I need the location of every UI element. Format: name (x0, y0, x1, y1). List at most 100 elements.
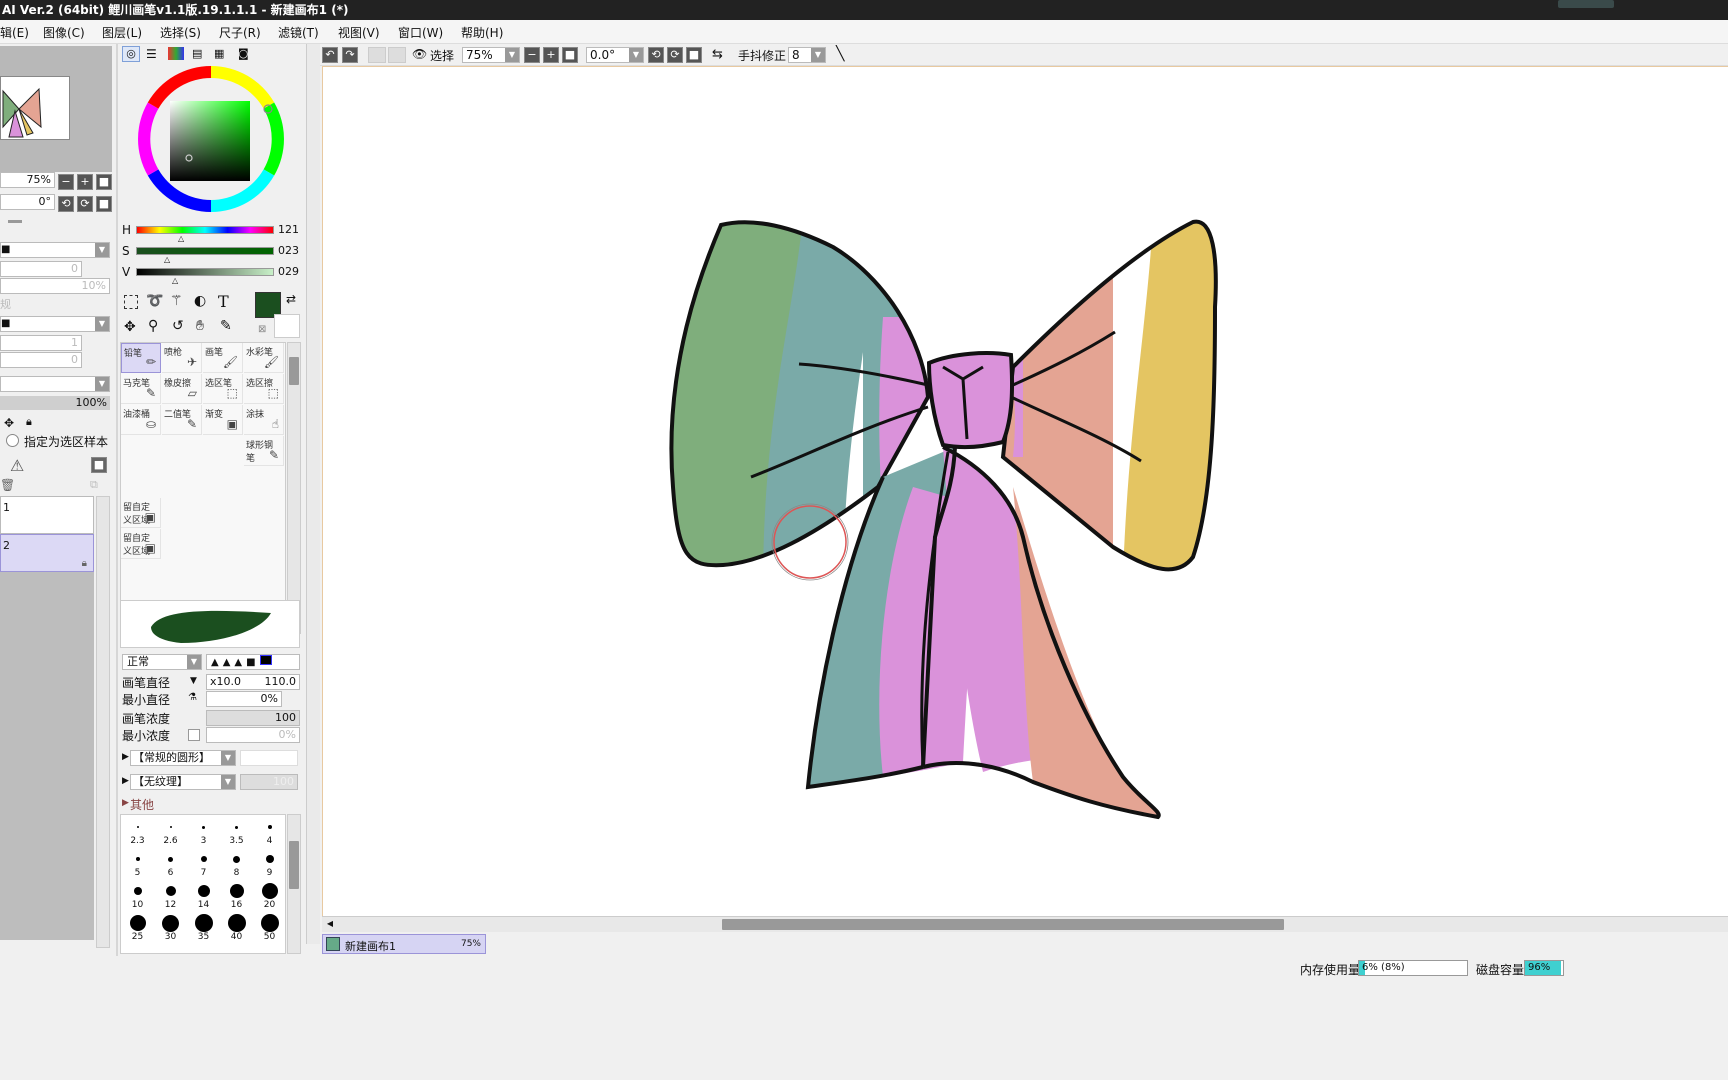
density-field[interactable]: 100 (206, 710, 300, 726)
brush-size-scrollbar[interactable] (287, 814, 301, 954)
scratchpad-icon[interactable]: ◙ (238, 47, 249, 60)
canvas-horizontal-scrollbar[interactable]: ◀ (322, 916, 1728, 932)
swap-colors-icon[interactable]: ⇄ (286, 292, 296, 306)
toolbar-rotate-right-button[interactable]: ⟳ (667, 47, 683, 63)
line-tool-icon[interactable]: ╲ (836, 46, 844, 62)
menu-select[interactable]: 选择(S) (160, 24, 201, 41)
brush-size-option[interactable]: 16 (220, 879, 253, 911)
brush-size-option[interactable]: 10 (121, 879, 154, 911)
texture-strength-field[interactable]: 100 (240, 774, 298, 790)
brush-size-field[interactable]: x10.0 110.0 (206, 674, 300, 690)
toolbar-zoom-reset-button[interactable]: ■ (562, 47, 578, 63)
invert-selection-button[interactable] (388, 47, 406, 63)
text-icon[interactable]: T (218, 292, 229, 311)
toolbar-zoom-select[interactable]: 75% ▼ (462, 47, 520, 63)
brush-size-option[interactable]: 6 (154, 847, 187, 879)
brush-size-option[interactable]: 8 (220, 847, 253, 879)
layer-item-2[interactable]: 2 🔒︎ (0, 534, 94, 572)
eye-icon[interactable]: 👁︎ (412, 47, 427, 61)
navigator-zoom-field[interactable]: 75% (0, 172, 55, 188)
select-source-radio[interactable] (6, 434, 19, 447)
panel-scrollbar[interactable] (306, 44, 320, 944)
navigator-rotation-field[interactable]: 0° (0, 194, 55, 210)
tool-eraser[interactable]: 橡皮擦 ▱ (162, 374, 202, 404)
tool-marker[interactable]: 马克笔 ✎ (121, 374, 161, 404)
brush-size-option[interactable]: 3 (187, 815, 220, 847)
hue-slider-handle[interactable]: △ (178, 234, 184, 243)
hsv-slider-mode-icon[interactable] (168, 47, 184, 60)
eyedropper-icon[interactable]: ✎ (220, 318, 232, 334)
stabilizer-select[interactable]: 8 ▼ (788, 47, 826, 63)
tool-smudge[interactable]: 涂抹 ☝︎ (244, 405, 284, 435)
layer-extra-select[interactable]: ▼ (0, 376, 110, 392)
swatches-icon[interactable]: ▦ (214, 47, 224, 60)
toolbar-rotate-left-button[interactable]: ⟲ (648, 47, 664, 63)
tool-custom-area-1[interactable]: 留自定义区域 ▣ (121, 498, 161, 528)
zoom-in-button[interactable]: + (77, 174, 93, 190)
rgb-slider-mode-icon[interactable]: ☰ (146, 47, 157, 61)
toolbar-rotation-select[interactable]: 0.0° ▼ (586, 47, 644, 63)
brush-size-option[interactable]: 40 (220, 911, 253, 943)
menu-view[interactable]: 视图(V) (338, 24, 380, 41)
navigator-slider[interactable] (8, 220, 22, 223)
texture-expand-icon[interactable]: ▶ (122, 776, 129, 786)
brush-size-option[interactable]: 5 (121, 847, 154, 879)
shape-select[interactable]: 【常规的圆形】 ▼ (130, 750, 236, 766)
deselect-button[interactable] (368, 47, 386, 63)
brush-size-option[interactable]: 20 (253, 879, 285, 911)
toolbar-zoom-out-button[interactable]: − (524, 47, 540, 63)
layer-effect-icon[interactable]: ⚠︎ (10, 456, 24, 475)
layer-lock-icon[interactable]: 🔒︎ (26, 415, 32, 429)
layer-item-1[interactable]: 1 (0, 496, 94, 534)
brush-size-option[interactable]: 50 (253, 911, 285, 943)
shape-strength-field[interactable] (240, 750, 298, 766)
menu-image[interactable]: 图像(C) (43, 24, 85, 41)
shape-expand-icon[interactable]: ▶ (122, 752, 129, 762)
tool-gradient[interactable]: 渐变 ▣ (203, 405, 243, 435)
menu-filter[interactable]: 滤镜(T) (278, 24, 319, 41)
zoom-out-button[interactable]: − (58, 174, 74, 190)
tool-bucket[interactable]: 油漆桶 ⛀ (121, 405, 161, 435)
layer-mode-select[interactable]: ■ ▼ (0, 242, 110, 258)
layer-value-field-2[interactable]: 10% (0, 278, 110, 294)
lasso-icon[interactable]: ➰ (146, 293, 163, 309)
move-icon[interactable]: ✥ (124, 319, 136, 335)
brush-size-option[interactable]: 9 (253, 847, 285, 879)
brush-size-option[interactable]: 25 (121, 911, 154, 943)
tool-select-eraser[interactable]: 选区擦 ⬚ (244, 374, 284, 404)
blend-mode-select[interactable]: 正常 ▼ (122, 654, 202, 670)
layer-value-field-1[interactable]: 0 (0, 261, 82, 277)
tool-grid-scrollbar[interactable] (287, 342, 301, 634)
rotate-left-button[interactable]: ⟲ (58, 196, 74, 212)
layer-value-field-3[interactable]: 1 (0, 335, 82, 351)
menu-layer[interactable]: 图层(L) (102, 24, 142, 41)
tool-custom-area-2[interactable]: 留自定义区域 ▣ (121, 529, 161, 559)
merge-layer-icon[interactable]: ⧉ (90, 478, 98, 492)
rotate-reset-button[interactable]: ■ (96, 196, 112, 212)
size-dropdown-icon[interactable]: ▼ (190, 676, 197, 686)
magic-wand-icon[interactable]: ⚚ (170, 293, 183, 309)
scroll-left-arrow-icon[interactable]: ◀ (324, 918, 336, 930)
layer-move-icon[interactable]: ✥ (4, 416, 14, 430)
transparent-color-icon[interactable]: ⊠ (258, 324, 266, 335)
menu-edit[interactable]: 辑(E) (0, 24, 29, 41)
saturation-slider[interactable] (136, 247, 274, 255)
layer-list-scrollbar[interactable] (96, 496, 110, 948)
layer-value-field-4[interactable]: 0 (0, 352, 82, 368)
hand-icon[interactable]: ✋︎ (196, 318, 204, 334)
layer-blend-select[interactable]: ■ ▼ (0, 316, 110, 332)
navigator-preview[interactable] (0, 46, 112, 172)
other-label[interactable]: 其他 (130, 796, 154, 813)
new-layer-mask-button[interactable]: ■ (91, 457, 107, 473)
menu-ruler[interactable]: 尺子(R) (219, 24, 261, 41)
layer-lock-icon[interactable]: 🔒︎ (82, 558, 87, 569)
brush-size-option[interactable]: 30 (154, 911, 187, 943)
brush-size-option[interactable]: 14 (187, 879, 220, 911)
brush-size-option[interactable]: 3.5 (220, 815, 253, 847)
hue-slider[interactable] (136, 226, 274, 234)
tool-binary-pen[interactable]: 二值笔 ✎ (162, 405, 202, 435)
zoom-icon[interactable]: ⚲ (148, 318, 158, 334)
color-wheel[interactable] (136, 64, 286, 214)
toolbar-zoom-in-button[interactable]: + (543, 47, 559, 63)
tool-airbrush[interactable]: 喷枪 ✈︎ (162, 343, 202, 373)
